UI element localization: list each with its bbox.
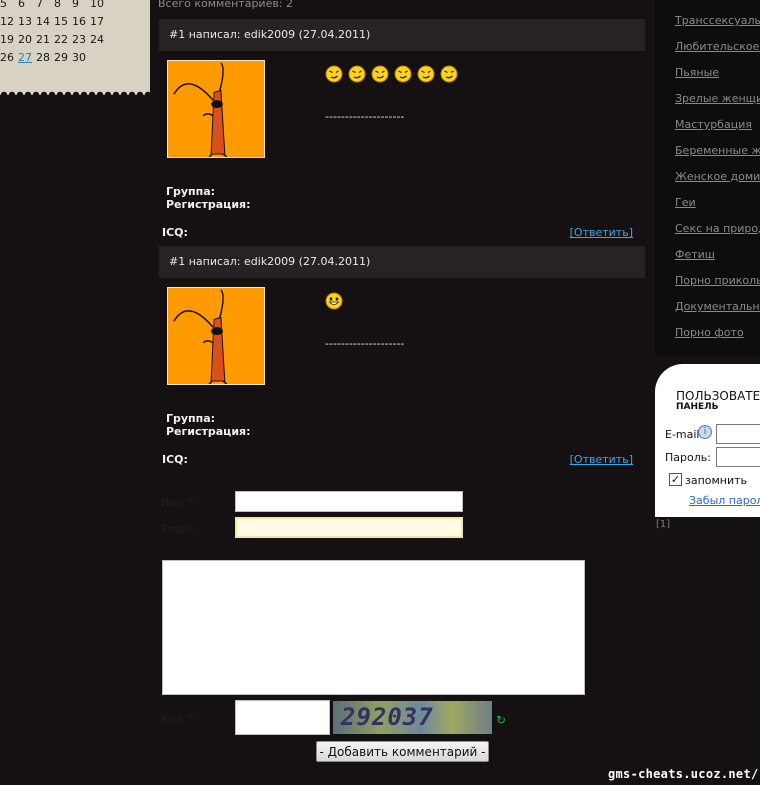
comment-entry: #1 написал: edik2009 (27.04.2011) ------… bbox=[159, 19, 645, 241]
user-info: Группа: Регистрация: bbox=[166, 185, 251, 211]
calendar-day: 9 bbox=[72, 0, 79, 10]
group-label: Группа: bbox=[166, 185, 216, 198]
panel-subtitle: ПАНЕЛЬ bbox=[676, 402, 719, 412]
remember-checkbox[interactable]: ✓ bbox=[669, 473, 682, 486]
wink-smiley-icon bbox=[348, 65, 366, 83]
name-label: Имя *: bbox=[161, 496, 197, 509]
wink-smiley-icon bbox=[325, 65, 343, 83]
category-link[interactable]: Порно фото bbox=[675, 326, 744, 339]
wink-smiley-icon bbox=[394, 65, 412, 83]
calendar-day: 24 bbox=[90, 32, 104, 46]
category-link[interactable]: Любительское порно bbox=[675, 40, 760, 53]
calendar-day: 23 bbox=[72, 32, 86, 46]
registration-label: Регистрация: bbox=[166, 425, 251, 438]
smiley-row bbox=[325, 292, 343, 310]
calendar-week: 26 27 28 29 30 bbox=[0, 48, 108, 66]
email-input[interactable] bbox=[235, 517, 463, 538]
calendar-day: 22 bbox=[54, 32, 68, 46]
comments-total: Всего комментариев: 2 bbox=[158, 0, 294, 10]
ant-avatar-icon bbox=[168, 288, 264, 384]
calendar-torn-edge bbox=[0, 87, 150, 95]
wink-smiley-icon bbox=[371, 65, 389, 83]
category-link[interactable]: Фетиш bbox=[675, 248, 715, 261]
refresh-icon[interactable]: ↻ bbox=[496, 713, 506, 727]
info-icon[interactable]: i bbox=[698, 425, 712, 439]
forgot-password-link[interactable]: Забыл пароль bbox=[689, 494, 760, 507]
site-url-watermark: gms-cheats.ucoz.net/ bbox=[608, 767, 759, 781]
calendar-day: 29 bbox=[54, 50, 68, 64]
category-link[interactable]: Транссексуалы bbox=[675, 14, 760, 27]
calendar-day: 13 bbox=[18, 14, 32, 28]
icq-label: ICQ: bbox=[162, 453, 188, 466]
calendar-grid: 5 6 7 8 9 10 12 13 14 15 16 17 19 20 21 22 23 24 26 27 28 29 3… bbox=[0, 0, 108, 66]
signature-dashes: -------------------- bbox=[325, 337, 405, 350]
user-info: Группа: Регистрация: bbox=[166, 412, 251, 438]
calendar-day: 6 bbox=[18, 0, 25, 10]
category-link[interactable]: Беременные женщины bbox=[675, 144, 760, 157]
calendar-day: 7 bbox=[36, 0, 43, 10]
user-avatar bbox=[167, 60, 265, 158]
calendar-day: 8 bbox=[54, 0, 61, 10]
category-link[interactable]: Женское доминирование bbox=[675, 170, 760, 183]
group-label: Группа: bbox=[166, 412, 216, 425]
calendar-day: 16 bbox=[72, 14, 86, 28]
category-link[interactable]: Документальное bbox=[675, 300, 760, 313]
calendar-day: 28 bbox=[36, 50, 50, 64]
counter-text: [1] bbox=[656, 519, 671, 530]
wink-smiley-icon bbox=[417, 65, 435, 83]
category-link[interactable]: Зрелые женщины bbox=[675, 92, 760, 105]
calendar-week: 5 6 7 8 9 10 bbox=[0, 0, 108, 12]
comment-entry: #1 написал: edik2009 (27.04.2011) ------… bbox=[159, 246, 645, 468]
category-link[interactable]: Порно приколы bbox=[675, 274, 760, 287]
panel-title: ПОЛЬЗОВАТЕЛЬСКАЯ bbox=[676, 389, 760, 403]
calendar-day: 19 bbox=[0, 32, 14, 46]
calendar-week: 12 13 14 15 16 17 bbox=[0, 12, 108, 30]
password-label: Пароль: bbox=[665, 451, 711, 464]
category-link[interactable]: Мастурбация bbox=[675, 118, 752, 131]
captcha-input[interactable] bbox=[235, 700, 330, 735]
comment-header: #1 написал: edik2009 (27.04.2011) bbox=[159, 246, 645, 278]
calendar-day: 17 bbox=[90, 14, 104, 28]
category-list: Транссексуалы Любительское порно Пьяные Зре… bbox=[655, 0, 760, 356]
login-email-input[interactable] bbox=[716, 424, 760, 444]
calendar-day: 30 bbox=[72, 50, 86, 64]
category-link[interactable]: Секс на природе bbox=[675, 222, 760, 235]
registration-label: Регистрация: bbox=[166, 198, 251, 211]
ant-avatar-icon bbox=[168, 61, 264, 157]
calendar-day: 26 bbox=[0, 50, 14, 64]
calendar-week: 19 20 21 22 23 24 bbox=[0, 30, 108, 48]
category-torn-edge bbox=[655, 352, 760, 360]
captcha-image: 292037 bbox=[333, 701, 492, 734]
calendar-day: 12 bbox=[0, 14, 14, 28]
login-password-input[interactable] bbox=[716, 447, 760, 467]
calendar-day bbox=[90, 48, 108, 66]
calendar-day: 15 bbox=[54, 14, 68, 28]
grin-smiley-icon bbox=[325, 292, 343, 310]
reply-link[interactable]: [Ответить] bbox=[570, 226, 633, 239]
calendar-day: 21 bbox=[36, 32, 50, 46]
comment-textarea[interactable] bbox=[162, 560, 585, 695]
add-comment-button[interactable]: - Добавить комментарий - bbox=[316, 741, 489, 762]
category-link[interactable]: Пьяные bbox=[675, 66, 719, 79]
smiley-row bbox=[325, 65, 458, 83]
calendar-day: 20 bbox=[18, 32, 32, 46]
code-label: Код *: bbox=[161, 712, 196, 725]
calendar-day: 14 bbox=[36, 14, 50, 28]
login-panel: ПОЛЬЗОВАТЕЛЬСКАЯ ПАНЕЛЬ E-mail: i Пароль… bbox=[655, 364, 760, 517]
calendar-day: 5 bbox=[0, 0, 7, 10]
calendar-day: 10 bbox=[90, 0, 104, 10]
signature-dashes: -------------------- bbox=[325, 110, 405, 123]
comment-header: #1 написал: edik2009 (27.04.2011) bbox=[159, 19, 645, 51]
user-avatar bbox=[167, 287, 265, 385]
remember-label: запомнить bbox=[685, 474, 748, 487]
email-label: Email: bbox=[161, 523, 196, 536]
category-link[interactable]: Геи bbox=[675, 196, 696, 209]
icq-label: ICQ: bbox=[162, 226, 188, 239]
wink-smiley-icon bbox=[440, 65, 458, 83]
reply-link[interactable]: [Ответить] bbox=[570, 453, 633, 466]
calendar-day[interactable]: 27 bbox=[18, 48, 36, 66]
name-input[interactable] bbox=[235, 491, 463, 512]
calendar: 5 6 7 8 9 10 12 13 14 15 16 17 19 20 21 22 23 24 26 27 28 29 3… bbox=[0, 0, 150, 95]
